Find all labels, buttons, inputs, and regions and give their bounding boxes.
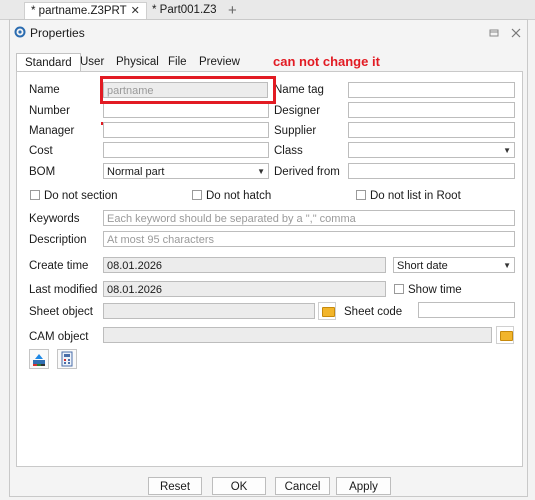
- create-time-field: 08.01.2026: [103, 257, 386, 273]
- bom-value: Normal part: [107, 166, 165, 178]
- do-not-list-label: Do not list in Root: [370, 190, 461, 202]
- manager-label: Manager: [29, 125, 75, 137]
- reset-button[interactable]: Reset: [148, 477, 202, 495]
- doc-tab-part001[interactable]: * Part001.Z3: [146, 2, 223, 19]
- dialog-titlebar: Properties: [10, 20, 527, 46]
- chevron-down-icon: ▼: [503, 261, 511, 270]
- do-not-section-label: Do not section: [44, 190, 118, 202]
- supplier-field[interactable]: [348, 122, 515, 138]
- cost-field[interactable]: [103, 142, 269, 158]
- close-icon[interactable]: ✕: [131, 5, 140, 17]
- calculator-button[interactable]: [57, 349, 77, 369]
- cam-object-field: [103, 327, 492, 343]
- sheet-code-field[interactable]: [418, 302, 515, 318]
- last-modified-field: 08.01.2026: [103, 281, 386, 297]
- cost-label: Cost: [29, 145, 53, 157]
- chevron-down-icon: ▼: [503, 146, 511, 155]
- keywords-field[interactable]: Each keyword should be separated by a ",…: [103, 210, 515, 226]
- keywords-label: Keywords: [29, 213, 80, 225]
- doc-tab-label: * partname.Z3PRT: [31, 5, 127, 17]
- ok-button[interactable]: OK: [212, 477, 266, 495]
- pin-icon[interactable]: [489, 28, 499, 38]
- chevron-down-icon: ▼: [257, 167, 265, 176]
- supplier-label: Supplier: [274, 125, 317, 137]
- doc-tab-label: * Part001.Z3: [152, 4, 217, 16]
- dialog-title: Properties: [30, 26, 85, 40]
- date-format-select[interactable]: Short date ▼: [393, 257, 515, 273]
- tab-preview[interactable]: Preview: [199, 53, 240, 71]
- tab-file[interactable]: File: [168, 53, 187, 71]
- folder-icon[interactable]: [318, 302, 336, 320]
- designer-field[interactable]: [348, 102, 515, 118]
- paint-button[interactable]: [29, 349, 49, 369]
- cancel-button[interactable]: Cancel: [275, 477, 330, 495]
- last-modified-label: Last modified: [29, 284, 98, 296]
- name-tag-field[interactable]: [348, 82, 515, 98]
- name-tag-label: Name tag: [274, 84, 324, 96]
- bom-select[interactable]: Normal part ▼: [103, 163, 269, 179]
- bom-label: BOM: [29, 166, 56, 178]
- description-label: Description: [29, 234, 87, 246]
- number-label: Number: [29, 105, 70, 117]
- highlight-box: [100, 76, 276, 104]
- class-select[interactable]: ▼: [348, 142, 515, 158]
- manager-field[interactable]: [103, 122, 269, 138]
- do-not-list-checkbox[interactable]: [356, 190, 366, 200]
- properties-icon: [14, 26, 26, 38]
- create-time-label: Create time: [29, 260, 89, 272]
- description-field[interactable]: At most 95 characters: [103, 231, 515, 247]
- properties-dialog: Properties Standard User Physical File P…: [9, 19, 528, 497]
- designer-label: Designer: [274, 105, 321, 117]
- do-not-hatch-label: Do not hatch: [206, 190, 272, 202]
- class-label: Class: [274, 145, 303, 157]
- show-time-checkbox[interactable]: [394, 284, 404, 294]
- doc-tab-partname[interactable]: * partname.Z3PRT ✕: [24, 2, 147, 20]
- do-not-hatch-checkbox[interactable]: [192, 190, 202, 200]
- tab-user[interactable]: User: [80, 53, 104, 71]
- do-not-section-checkbox[interactable]: [30, 190, 40, 200]
- date-format-value: Short date: [397, 260, 448, 272]
- apply-button[interactable]: Apply: [336, 477, 391, 495]
- calculator-icon: [61, 351, 73, 367]
- derived-from-field[interactable]: [348, 163, 515, 179]
- tab-standard[interactable]: Standard: [16, 53, 81, 72]
- close-dialog-icon[interactable]: [511, 28, 521, 38]
- annotation-text: can not change it: [273, 54, 380, 69]
- derived-from-label: Derived from: [274, 166, 340, 178]
- plus-icon[interactable]: +: [228, 2, 237, 19]
- sheet-object-label: Sheet object: [29, 306, 93, 318]
- cam-object-label: CAM object: [29, 331, 89, 343]
- tab-physical[interactable]: Physical: [116, 53, 159, 71]
- paint-icon: [33, 354, 45, 366]
- folder-icon[interactable]: [496, 326, 514, 344]
- sheet-code-label: Sheet code: [344, 306, 403, 318]
- sheet-object-field: [103, 303, 315, 319]
- show-time-label: Show time: [408, 284, 462, 296]
- number-field[interactable]: [103, 102, 269, 118]
- name-label: Name: [29, 84, 60, 96]
